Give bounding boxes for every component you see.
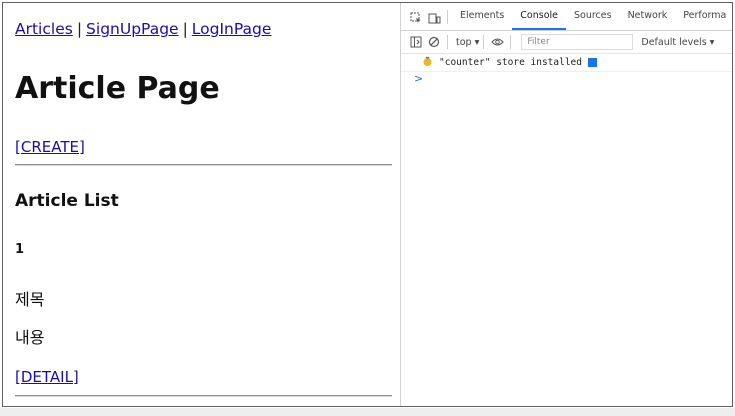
sidebar-toggle-icon[interactable]	[407, 30, 425, 54]
tab-console[interactable]: Console	[512, 4, 566, 30]
console-prompt[interactable]: >	[401, 72, 732, 86]
article-title: 제목	[15, 290, 45, 309]
toolbar-separator	[510, 35, 512, 49]
nav-login-link[interactable]: LogInPage	[192, 20, 272, 38]
context-selector[interactable]: top ▾	[456, 37, 479, 48]
page-title: Article Page	[15, 71, 220, 106]
console-toolbar: top ▾ Filter Default levels ▾	[401, 30, 732, 54]
nav-separator: |	[76, 20, 83, 38]
article-content: 내용	[15, 328, 45, 347]
nav-separator: |	[182, 20, 188, 38]
top-nav: Articles | SignUpPage | LogInPage	[15, 20, 271, 38]
create-link[interactable]: [CREATE]	[15, 138, 85, 156]
toolbar-separator	[483, 35, 485, 49]
console-filter-input[interactable]: Filter	[521, 34, 634, 50]
tab-network[interactable]: Network	[620, 4, 676, 30]
log-levels-dropdown[interactable]: Default levels ▾	[641, 37, 714, 48]
vue-devtools-badge-icon	[588, 58, 597, 67]
article-list-heading: Article List	[15, 191, 119, 211]
article-id: 1	[15, 242, 25, 257]
page-viewport: Articles | SignUpPage | LogInPage Article Pa…	[3, 3, 399, 406]
device-toolbar-icon[interactable]	[425, 6, 443, 30]
window-bottom-strip	[0, 408, 735, 416]
tab-elements[interactable]: Elements	[452, 4, 512, 30]
nav-articles-link[interactable]: Articles	[15, 20, 73, 38]
console-log-line: "counter" store installed	[401, 54, 732, 72]
toolbar-separator	[447, 10, 448, 24]
devtools-panel: Elements Console Sources Network Perform…	[400, 3, 732, 406]
live-expression-eye-icon[interactable]	[488, 30, 506, 54]
nav-signup-link[interactable]: SignUpPage	[86, 20, 179, 38]
clear-console-icon[interactable]	[425, 30, 443, 54]
divider	[15, 164, 392, 166]
detail-link[interactable]: [DETAIL]	[15, 368, 79, 386]
divider	[15, 395, 392, 397]
context-selector-value: top	[456, 36, 472, 48]
inspect-element-icon[interactable]	[407, 6, 425, 30]
browser-frame: Articles | SignUpPage | LogInPage Article Pa…	[2, 2, 733, 407]
log-levels-value: Default levels	[641, 36, 707, 48]
devtools-tab-bar: Elements Console Sources Network Perform…	[401, 3, 732, 31]
toolbar-separator	[447, 35, 448, 49]
tab-sources[interactable]: Sources	[566, 4, 620, 30]
pinia-icon	[422, 56, 433, 70]
console-log-text: "counter" store installed	[439, 57, 582, 68]
tab-performance[interactable]: Performa	[675, 4, 732, 30]
